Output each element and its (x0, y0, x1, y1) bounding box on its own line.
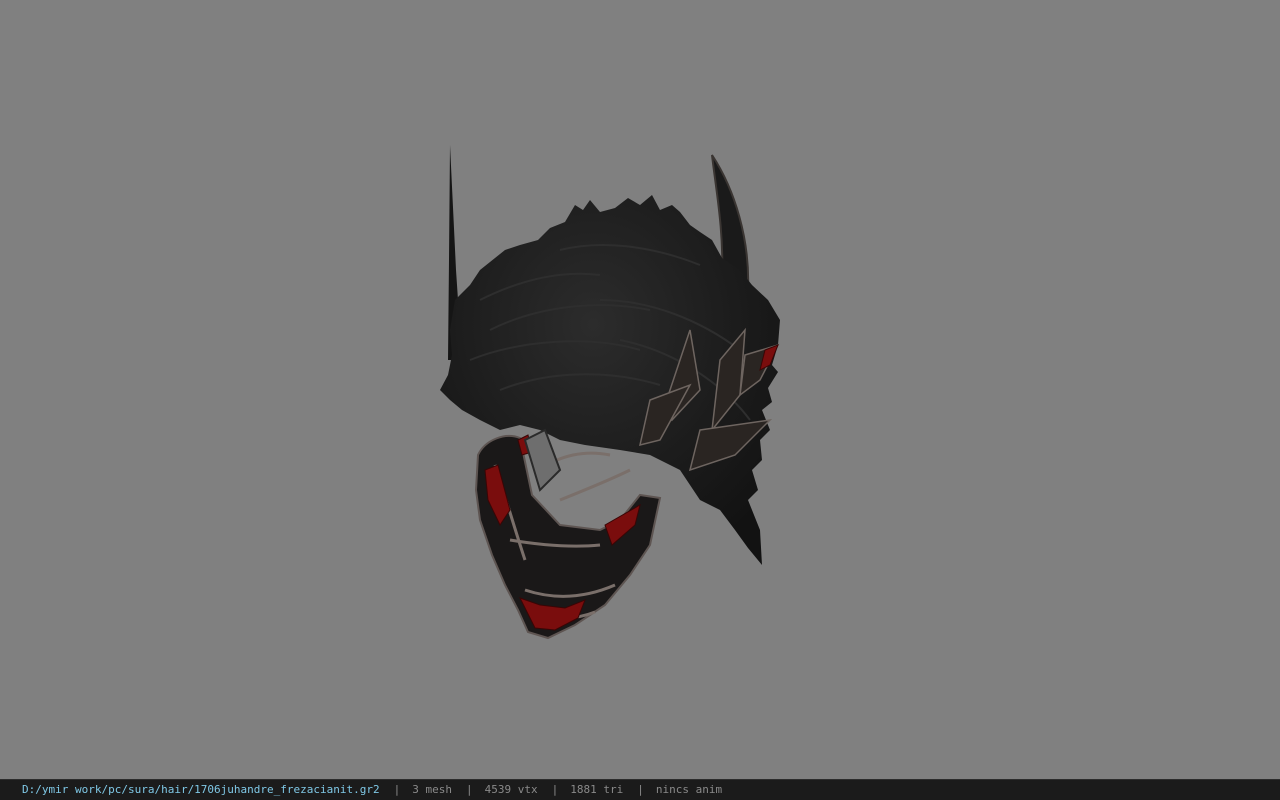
status-separator: | (551, 783, 559, 796)
animation-status-label: nincs anim (655, 783, 723, 796)
status-separator: | (637, 783, 644, 796)
vertex-count-label: 4539 vtx (484, 783, 538, 796)
file-path-label: D:/ymir work/pc/sura/hair/1706juhandre_f… (22, 783, 380, 796)
mesh-count-label: 3 mesh (412, 783, 452, 796)
status-bar: D:/ymir work/pc/sura/hair/1706juhandre_f… (0, 779, 1280, 800)
status-separator: | (466, 783, 473, 796)
mask-eye-slit (523, 428, 562, 492)
status-separator: | (393, 783, 401, 796)
triangle-count-label: 1881 tri (570, 783, 624, 796)
hair-model-render (440, 145, 780, 640)
3d-viewport[interactable] (0, 0, 1280, 779)
